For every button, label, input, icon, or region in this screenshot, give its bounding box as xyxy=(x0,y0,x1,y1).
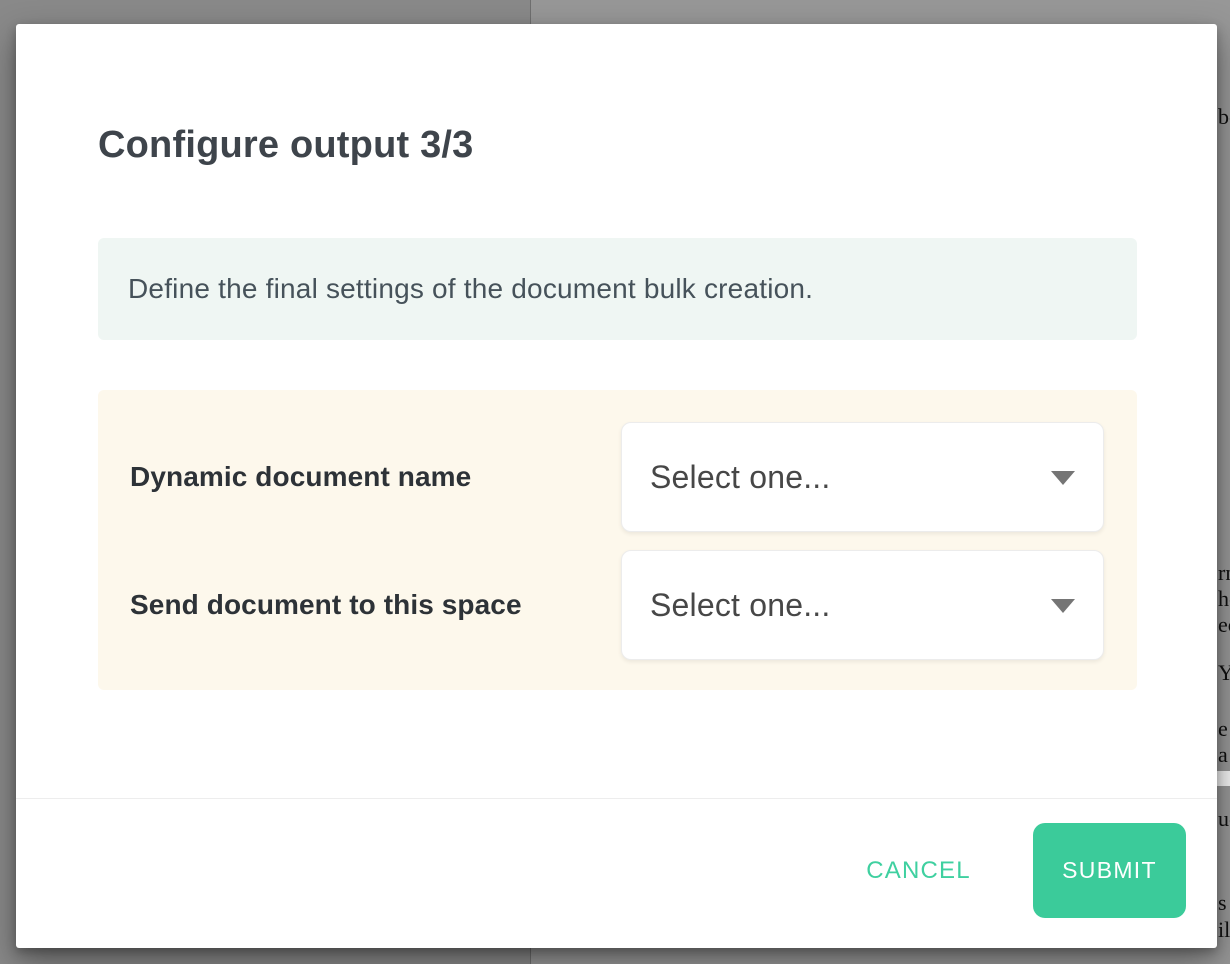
submit-button[interactable]: SUBMIT xyxy=(1033,823,1186,918)
dialog-title: Configure output 3/3 xyxy=(98,124,474,167)
output-settings-form: Dynamic document name Select one... Send… xyxy=(98,390,1137,690)
send-document-space-select[interactable]: Select one... xyxy=(621,550,1104,660)
send-document-space-label: Send document to this space xyxy=(130,550,522,660)
document-edge-fragment: ue xyxy=(1218,806,1230,832)
select-placeholder: Select one... xyxy=(650,459,831,496)
chevron-down-icon xyxy=(1051,599,1075,613)
document-edge-fragment: bo xyxy=(1218,104,1230,130)
document-edge-fragment: s xyxy=(1218,890,1227,916)
chevron-down-icon xyxy=(1051,471,1075,485)
document-edge-fragment: ec xyxy=(1218,612,1230,638)
document-edge-fragment: a xyxy=(1218,742,1228,768)
cancel-button[interactable]: CANCEL xyxy=(856,841,981,901)
document-edge-fragment: il xyxy=(1218,917,1230,943)
footer-divider xyxy=(16,798,1217,799)
info-banner-text: Define the final settings of the documen… xyxy=(128,273,813,305)
select-placeholder: Select one... xyxy=(650,587,831,624)
dynamic-document-name-select[interactable]: Select one... xyxy=(621,422,1104,532)
info-banner: Define the final settings of the documen… xyxy=(98,238,1137,340)
document-edge-fragment: Y xyxy=(1218,660,1230,686)
configure-output-dialog: Configure output 3/3 Define the final se… xyxy=(16,24,1217,948)
document-edge-fragment: rn xyxy=(1218,560,1230,586)
dynamic-document-name-label: Dynamic document name xyxy=(130,422,471,532)
document-edge-fragment: ho xyxy=(1218,586,1230,612)
document-edge-fragment: e xyxy=(1218,716,1228,742)
